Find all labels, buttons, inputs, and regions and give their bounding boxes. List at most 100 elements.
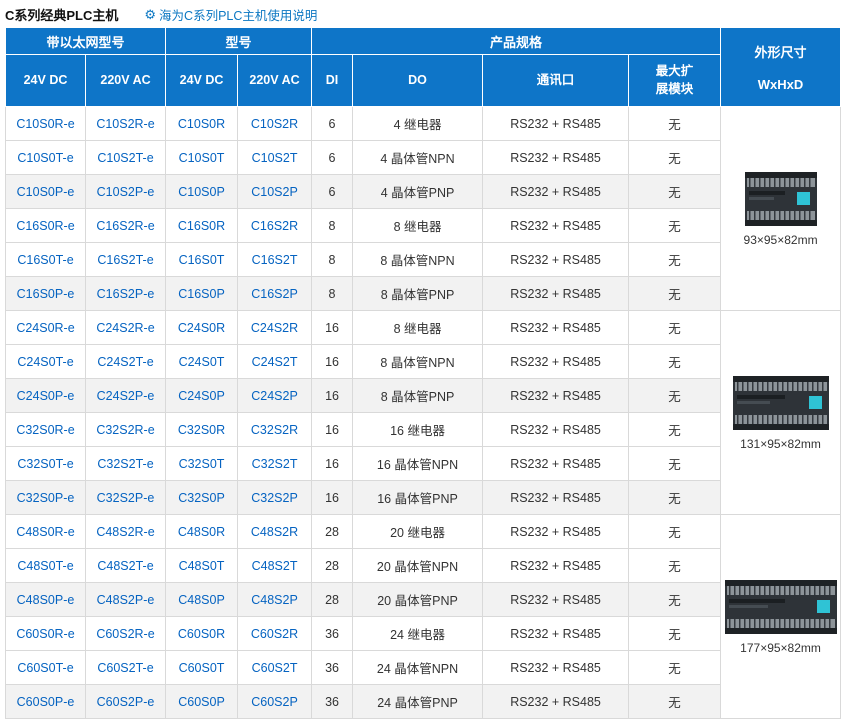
model-link[interactable]: C16S0T bbox=[179, 253, 225, 267]
model-link[interactable]: C16S0T-e bbox=[17, 253, 73, 267]
model-link[interactable]: C32S2R bbox=[251, 423, 298, 437]
model-link[interactable]: C48S0T-e bbox=[17, 559, 73, 573]
model-link[interactable]: C10S0R bbox=[178, 117, 225, 131]
model-link[interactable]: C16S2R bbox=[251, 219, 298, 233]
model-24vdc-cell: C24S0R bbox=[166, 311, 238, 345]
model-24vdc-cell: C32S0T bbox=[166, 447, 238, 481]
model-link[interactable]: C48S0R-e bbox=[16, 525, 74, 539]
model-link[interactable]: C32S0R-e bbox=[16, 423, 74, 437]
eth-24vdc-cell: C10S0P-e bbox=[6, 175, 86, 209]
model-link[interactable]: C24S2P-e bbox=[97, 389, 155, 403]
dimension-label: 131×95×82mm bbox=[723, 437, 838, 451]
model-link[interactable]: C16S0P bbox=[178, 287, 225, 301]
model-220vac-cell: C10S2R bbox=[238, 107, 312, 141]
comm-port-cell: RS232 + RS485 bbox=[483, 107, 629, 141]
model-24vdc-cell: C32S0R bbox=[166, 413, 238, 447]
model-link[interactable]: C60S2T-e bbox=[97, 661, 153, 675]
model-link[interactable]: C32S0T-e bbox=[17, 457, 73, 471]
page: C系列经典PLC主机 ⚙ 海为C系列PLC主机使用说明 带以太网型号 型号 产品… bbox=[0, 0, 845, 719]
model-link[interactable]: C10S2T bbox=[252, 151, 298, 165]
model-link[interactable]: C60S0T bbox=[179, 661, 225, 675]
model-link[interactable]: C60S2R bbox=[251, 627, 298, 641]
model-link[interactable]: C48S2P bbox=[251, 593, 298, 607]
model-link[interactable]: C24S2T-e bbox=[97, 355, 153, 369]
model-link[interactable]: C60S0T-e bbox=[17, 661, 73, 675]
model-link[interactable]: C10S2R-e bbox=[96, 117, 154, 131]
model-link[interactable]: C10S0T bbox=[179, 151, 225, 165]
manual-link[interactable]: ⚙ 海为C系列PLC主机使用说明 bbox=[144, 5, 317, 24]
model-link[interactable]: C24S0R-e bbox=[16, 321, 74, 335]
eth-24vdc-cell: C16S0P-e bbox=[6, 277, 86, 311]
max-expansion-cell: 无 bbox=[629, 107, 721, 141]
model-link[interactable]: C24S2R bbox=[251, 321, 298, 335]
model-link[interactable]: C32S2R-e bbox=[96, 423, 154, 437]
model-link[interactable]: C60S2T bbox=[252, 661, 298, 675]
max-expansion-cell: 无 bbox=[629, 583, 721, 617]
model-link[interactable]: C16S0R-e bbox=[16, 219, 74, 233]
model-link[interactable]: C16S0R bbox=[178, 219, 225, 233]
model-link[interactable]: C60S0P bbox=[178, 695, 225, 709]
model-link[interactable]: C16S2P bbox=[251, 287, 298, 301]
model-link[interactable]: C48S0T bbox=[179, 559, 225, 573]
model-link[interactable]: C10S0R-e bbox=[16, 117, 74, 131]
model-220vac-cell: C32S2R bbox=[238, 413, 312, 447]
eth-220vac-cell: C10S2P-e bbox=[86, 175, 166, 209]
model-link[interactable]: C10S0P bbox=[178, 185, 225, 199]
table-row: C10S0T-eC10S2T-eC10S0TC10S2T64 晶体管NPNRS2… bbox=[6, 141, 841, 175]
model-24vdc-cell: C48S0T bbox=[166, 549, 238, 583]
model-link[interactable]: C32S2P bbox=[251, 491, 298, 505]
table-row: C16S0P-eC16S2P-eC16S0PC16S2P88 晶体管PNPRS2… bbox=[6, 277, 841, 311]
eth-24vdc-cell: C48S0P-e bbox=[6, 583, 86, 617]
model-link[interactable]: C60S0P-e bbox=[17, 695, 75, 709]
model-link[interactable]: C16S0P-e bbox=[17, 287, 75, 301]
model-link[interactable]: C60S2R-e bbox=[96, 627, 154, 641]
model-link[interactable]: C48S0P bbox=[178, 593, 225, 607]
model-link[interactable]: C24S0P-e bbox=[17, 389, 75, 403]
model-link[interactable]: C32S0P bbox=[178, 491, 225, 505]
model-link[interactable]: C24S2R-e bbox=[96, 321, 154, 335]
model-link[interactable]: C60S0R bbox=[178, 627, 225, 641]
comm-port-cell: RS232 + RS485 bbox=[483, 209, 629, 243]
model-link[interactable]: C10S2R bbox=[251, 117, 298, 131]
model-link[interactable]: C24S2P bbox=[251, 389, 298, 403]
model-link[interactable]: C60S2P bbox=[251, 695, 298, 709]
model-link[interactable]: C24S2T bbox=[252, 355, 298, 369]
model-link[interactable]: C32S0R bbox=[178, 423, 225, 437]
model-link[interactable]: C10S2T-e bbox=[97, 151, 153, 165]
model-link[interactable]: C24S0R bbox=[178, 321, 225, 335]
do-cell: 20 晶体管NPN bbox=[353, 549, 483, 583]
max-expansion-cell: 无 bbox=[629, 515, 721, 549]
model-link[interactable]: C10S0P-e bbox=[17, 185, 75, 199]
model-link[interactable]: C10S2P bbox=[251, 185, 298, 199]
model-link[interactable]: C48S2T-e bbox=[97, 559, 153, 573]
model-link[interactable]: C32S0T bbox=[179, 457, 225, 471]
plc-device-image bbox=[745, 170, 817, 228]
model-link[interactable]: C24S0T bbox=[179, 355, 225, 369]
model-link[interactable]: C24S0T-e bbox=[17, 355, 73, 369]
model-link[interactable]: C48S2P-e bbox=[97, 593, 155, 607]
model-link[interactable]: C32S2T-e bbox=[97, 457, 153, 471]
model-link[interactable]: C16S2T bbox=[252, 253, 298, 267]
plc-device-image bbox=[733, 374, 829, 432]
model-24vdc-cell: C48S0R bbox=[166, 515, 238, 549]
model-link[interactable]: C32S0P-e bbox=[17, 491, 75, 505]
model-220vac-cell: C10S2P bbox=[238, 175, 312, 209]
model-link[interactable]: C16S2R-e bbox=[96, 219, 154, 233]
do-cell: 8 晶体管PNP bbox=[353, 277, 483, 311]
comm-port-cell: RS232 + RS485 bbox=[483, 447, 629, 481]
model-link[interactable]: C16S2P-e bbox=[97, 287, 155, 301]
model-link[interactable]: C24S0P bbox=[178, 389, 225, 403]
model-link[interactable]: C32S2P-e bbox=[97, 491, 155, 505]
model-link[interactable]: C48S2R-e bbox=[96, 525, 154, 539]
model-link[interactable]: C10S2P-e bbox=[97, 185, 155, 199]
model-link[interactable]: C32S2T bbox=[252, 457, 298, 471]
model-link[interactable]: C16S2T-e bbox=[97, 253, 153, 267]
model-link[interactable]: C60S2P-e bbox=[97, 695, 155, 709]
model-link[interactable]: C48S0R bbox=[178, 525, 225, 539]
eth-24vdc-cell: C10S0R-e bbox=[6, 107, 86, 141]
model-link[interactable]: C48S2R bbox=[251, 525, 298, 539]
model-link[interactable]: C48S0P-e bbox=[17, 593, 75, 607]
model-link[interactable]: C10S0T-e bbox=[17, 151, 73, 165]
model-link[interactable]: C60S0R-e bbox=[16, 627, 74, 641]
model-link[interactable]: C48S2T bbox=[252, 559, 298, 573]
